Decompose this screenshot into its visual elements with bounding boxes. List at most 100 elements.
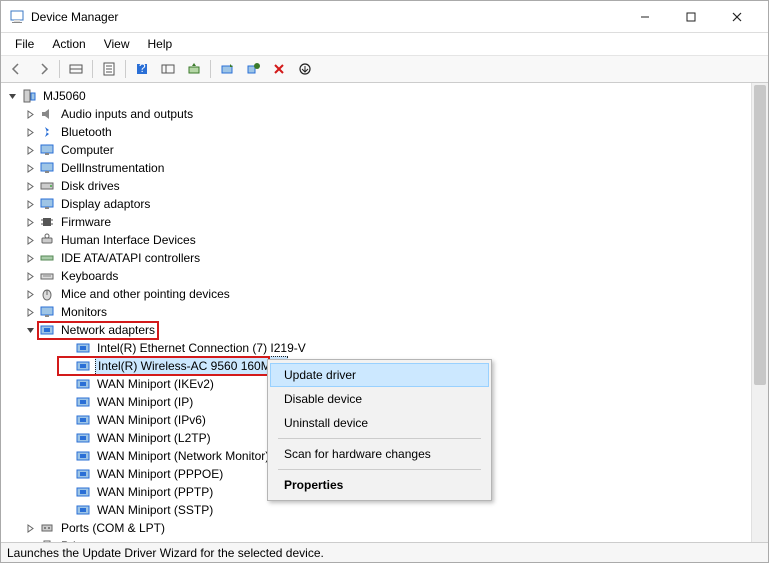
tree-category[interactable]: IDE ATA/ATAPI controllers <box>5 249 768 267</box>
monitor-icon <box>39 142 55 158</box>
category-label: Computer <box>59 141 116 159</box>
chevron-right-icon[interactable] <box>23 521 37 535</box>
menu-help[interactable]: Help <box>140 35 181 53</box>
bluetooth-icon <box>39 124 55 140</box>
tree-category[interactable]: Firmware <box>5 213 768 231</box>
statusbar: Launches the Update Driver Wizard for th… <box>1 542 768 562</box>
minimize-button[interactable] <box>622 2 668 32</box>
hid-icon <box>39 232 55 248</box>
menu-file[interactable]: File <box>7 35 42 53</box>
chevron-right-icon[interactable] <box>23 287 37 301</box>
chevron-right-icon[interactable] <box>23 215 37 229</box>
port-icon <box>39 520 55 536</box>
speaker-icon <box>39 106 55 122</box>
tree-category[interactable]: Human Interface Devices <box>5 231 768 249</box>
ctx-uninstall-device[interactable]: Uninstall device <box>270 411 489 435</box>
net-icon <box>75 466 91 482</box>
chevron-right-icon[interactable] <box>23 233 37 247</box>
toolbar-sep <box>210 60 211 78</box>
device-label: Intel(R) Ethernet Connection (7) I219-V <box>95 339 308 357</box>
scroll-thumb[interactable] <box>754 85 766 385</box>
printer-icon <box>39 538 55 542</box>
net-icon <box>75 430 91 446</box>
disable-button[interactable] <box>267 58 291 80</box>
scrollbar[interactable] <box>751 83 768 542</box>
show-hide-button[interactable] <box>64 58 88 80</box>
net-icon <box>75 358 91 374</box>
chevron-right-icon[interactable] <box>23 143 37 157</box>
disk-icon <box>39 178 55 194</box>
tree-category[interactable]: DellInstrumentation <box>5 159 768 177</box>
back-button[interactable] <box>5 58 29 80</box>
action-button[interactable] <box>156 58 180 80</box>
close-button[interactable] <box>714 2 760 32</box>
tree-root[interactable]: MJ5060 <box>5 87 768 105</box>
tree-category[interactable]: Ports (COM & LPT) <box>5 519 768 537</box>
category-label: Audio inputs and outputs <box>59 105 195 123</box>
device-tree[interactable]: MJ5060Audio inputs and outputsBluetoothC… <box>1 83 768 542</box>
ctx-scan-hardware[interactable]: Scan for hardware changes <box>270 442 489 466</box>
tree-category[interactable]: Audio inputs and outputs <box>5 105 768 123</box>
device-label: WAN Miniport (Network Monitor) <box>95 447 271 465</box>
mouse-icon <box>39 286 55 302</box>
category-label: Bluetooth <box>59 123 114 141</box>
chevron-right-icon[interactable] <box>23 179 37 193</box>
menubar: File Action View Help <box>1 33 768 55</box>
ctx-properties[interactable]: Properties <box>270 473 489 497</box>
tree-category[interactable]: Mice and other pointing devices <box>5 285 768 303</box>
chevron-right-icon[interactable] <box>23 251 37 265</box>
help-button[interactable]: ? <box>130 58 154 80</box>
menu-view[interactable]: View <box>96 35 138 53</box>
category-label: Keyboards <box>59 267 120 285</box>
enable-button[interactable] <box>293 58 317 80</box>
scan-button[interactable] <box>182 58 206 80</box>
net-icon <box>75 502 91 518</box>
root-label: MJ5060 <box>41 87 88 105</box>
chevron-right-icon[interactable] <box>23 539 37 542</box>
chevron-down-icon[interactable] <box>5 89 19 103</box>
svg-text:?: ? <box>139 62 146 75</box>
keyboard-icon <box>39 268 55 284</box>
tree-category[interactable]: Computer <box>5 141 768 159</box>
net-icon <box>39 322 55 338</box>
tree-device[interactable]: Intel(R) Ethernet Connection (7) I219-V <box>5 339 768 357</box>
net-icon <box>75 484 91 500</box>
tree-category[interactable]: Print queues <box>5 537 768 542</box>
uninstall-button[interactable] <box>241 58 265 80</box>
chevron-down-icon[interactable] <box>23 323 37 337</box>
tree-category[interactable]: Disk drives <box>5 177 768 195</box>
chevron-right-icon[interactable] <box>23 125 37 139</box>
tree-category[interactable]: Monitors <box>5 303 768 321</box>
forward-button[interactable] <box>31 58 55 80</box>
category-label: Ports (COM & LPT) <box>59 519 167 537</box>
update-driver-button[interactable] <box>215 58 239 80</box>
chevron-right-icon[interactable] <box>23 161 37 175</box>
category-label: Display adaptors <box>59 195 152 213</box>
menu-action[interactable]: Action <box>44 35 93 53</box>
status-text: Launches the Update Driver Wizard for th… <box>7 546 324 560</box>
properties-button[interactable] <box>97 58 121 80</box>
ctx-separator <box>278 469 481 470</box>
maximize-button[interactable] <box>668 2 714 32</box>
toolbar-sep <box>92 60 93 78</box>
tree-category[interactable]: Keyboards <box>5 267 768 285</box>
chevron-right-icon[interactable] <box>23 305 37 319</box>
tree-category[interactable]: Display adaptors <box>5 195 768 213</box>
device-label: WAN Miniport (IKEv2) <box>95 375 216 393</box>
ctx-disable-device[interactable]: Disable device <box>270 387 489 411</box>
toolbar-sep <box>59 60 60 78</box>
net-icon <box>75 448 91 464</box>
monitor-icon <box>39 160 55 176</box>
chevron-right-icon[interactable] <box>23 107 37 121</box>
category-label: Disk drives <box>59 177 122 195</box>
net-icon <box>75 340 91 356</box>
tree-device[interactable]: WAN Miniport (SSTP) <box>5 501 768 519</box>
chevron-right-icon[interactable] <box>23 269 37 283</box>
tree-category[interactable]: Network adapters <box>5 321 768 339</box>
chevron-right-icon[interactable] <box>23 197 37 211</box>
tree-category[interactable]: Bluetooth <box>5 123 768 141</box>
ctx-update-driver[interactable]: Update driver <box>270 363 489 387</box>
category-label: Human Interface Devices <box>59 231 198 249</box>
window-title: Device Manager <box>31 10 622 24</box>
net-icon <box>75 394 91 410</box>
